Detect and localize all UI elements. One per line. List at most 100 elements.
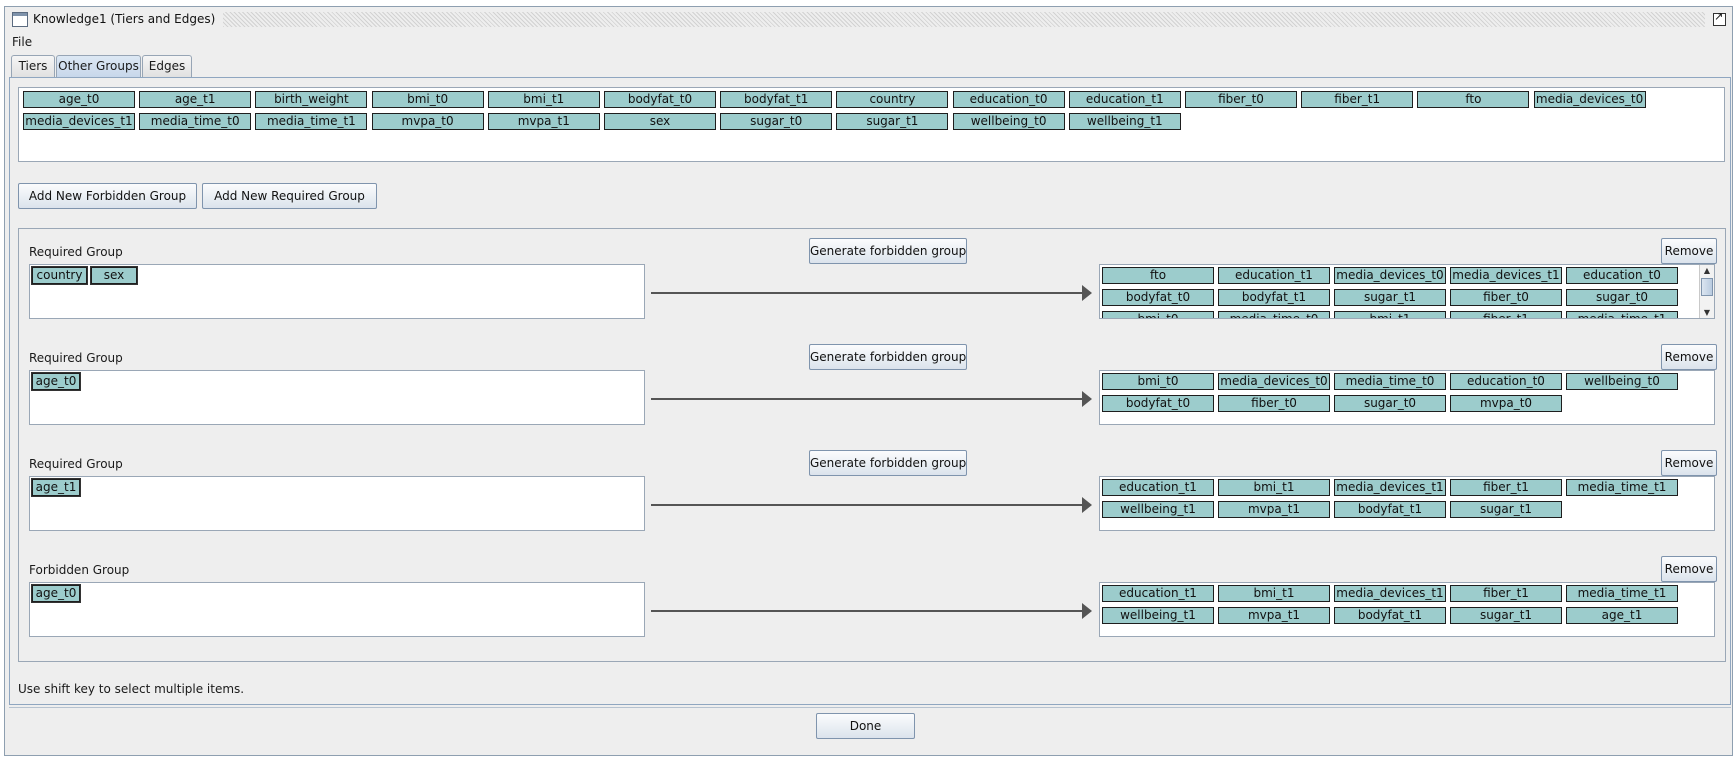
variable-chip[interactable]: mvpa_t0 bbox=[371, 113, 484, 130]
target-scrollbar[interactable]: ▲ ▼ bbox=[1699, 265, 1714, 318]
variable-chip[interactable]: age_t0 bbox=[23, 91, 135, 108]
tab-other-groups[interactable]: Other Groups bbox=[56, 55, 141, 78]
group-target-chip[interactable]: media_time_t1 bbox=[1566, 311, 1678, 318]
group-target-chip[interactable]: bodyfat_t1 bbox=[1218, 289, 1330, 306]
maximize-icon[interactable] bbox=[1713, 10, 1726, 26]
group-target-chip[interactable]: education_t0 bbox=[1450, 373, 1562, 390]
group-target-chip[interactable]: fiber_t1 bbox=[1450, 311, 1562, 318]
generate-forbidden-group-button[interactable]: Generate forbidden group bbox=[809, 344, 967, 370]
variable-chip[interactable]: fto bbox=[1417, 91, 1530, 108]
add-required-group-button[interactable]: Add New Required Group bbox=[202, 183, 377, 209]
variable-chip[interactable]: bmi_t0 bbox=[371, 91, 484, 108]
group-target-chip[interactable]: sugar_t1 bbox=[1450, 607, 1562, 624]
group-target-box[interactable]: education_t1 bmi_t1 media_devices_t1 fiber_… bbox=[1099, 476, 1715, 531]
variable-chip[interactable]: sugar_t0 bbox=[720, 113, 833, 130]
variable-chip[interactable]: wellbeing_t1 bbox=[1068, 113, 1181, 130]
group-target-chip[interactable]: media_devices_t1 bbox=[1334, 585, 1446, 602]
generate-forbidden-group-button[interactable]: Generate forbidden group bbox=[809, 450, 967, 476]
group-target-box[interactable]: fto education_t1 media_devices_t0 media_dev… bbox=[1099, 264, 1715, 319]
variable-chip[interactable]: bodyfat_t1 bbox=[720, 91, 833, 108]
scroll-thumb[interactable] bbox=[1701, 278, 1713, 296]
tab-tiers[interactable]: Tiers bbox=[11, 55, 55, 77]
group-target-chip[interactable]: wellbeing_t1 bbox=[1102, 501, 1214, 518]
menu-file[interactable]: File bbox=[12, 35, 32, 49]
group-target-chip[interactable]: media_devices_t0 bbox=[1334, 267, 1446, 284]
group-target-chip[interactable]: bodyfat_t0 bbox=[1102, 289, 1214, 306]
group-source-chip[interactable]: country bbox=[31, 266, 88, 285]
group-target-chip[interactable]: bmi_t0 bbox=[1102, 373, 1214, 390]
group-source-box[interactable]: country sex bbox=[29, 264, 645, 319]
done-button[interactable]: Done bbox=[816, 713, 915, 739]
group-target-chip[interactable]: media_devices_t0 bbox=[1218, 373, 1330, 390]
group-target-chip[interactable]: education_t1 bbox=[1218, 267, 1330, 284]
group-target-chip[interactable]: bmi_t1 bbox=[1218, 585, 1330, 602]
group-target-chip[interactable]: fiber_t0 bbox=[1218, 395, 1330, 412]
group-target-chip[interactable]: sugar_t1 bbox=[1334, 289, 1446, 306]
variable-chip[interactable]: education_t0 bbox=[952, 91, 1065, 108]
group-target-chip[interactable]: fiber_t0 bbox=[1450, 289, 1562, 306]
group-target-chip[interactable]: education_t1 bbox=[1102, 585, 1214, 602]
variable-chip[interactable]: sugar_t1 bbox=[836, 113, 949, 130]
group-target-chip[interactable]: fto bbox=[1102, 267, 1214, 284]
group-target-chip[interactable]: education_t1 bbox=[1102, 479, 1214, 496]
group-source-chip[interactable]: age_t1 bbox=[31, 478, 81, 497]
group-target-chip[interactable]: bmi_t0 bbox=[1102, 311, 1214, 318]
group-target-chip[interactable]: media_devices_t1 bbox=[1450, 267, 1562, 284]
group-source-box[interactable]: age_t0 bbox=[29, 582, 645, 637]
group-target-chip[interactable]: education_t0 bbox=[1566, 267, 1678, 284]
remove-group-button[interactable]: Remove bbox=[1661, 556, 1717, 582]
group-target-chip[interactable]: media_devices_t1 bbox=[1334, 479, 1446, 496]
group-target-chip[interactable]: sugar_t0 bbox=[1566, 289, 1678, 306]
group-target-chip[interactable]: sugar_t0 bbox=[1334, 395, 1446, 412]
group-target-chip[interactable]: fiber_t1 bbox=[1450, 479, 1562, 496]
group-target-chip[interactable]: bodyfat_t0 bbox=[1102, 395, 1214, 412]
scroll-down-icon[interactable]: ▼ bbox=[1700, 307, 1714, 318]
variable-chip[interactable]: sex bbox=[604, 113, 716, 130]
variable-chip[interactable]: bmi_t1 bbox=[487, 91, 600, 108]
group-target-chip[interactable]: mvpa_t1 bbox=[1218, 501, 1330, 518]
variable-chip[interactable]: wellbeing_t0 bbox=[952, 113, 1065, 130]
variable-chip[interactable]: mvpa_t1 bbox=[487, 113, 600, 130]
group-source-chip[interactable]: sex bbox=[90, 266, 138, 285]
group-target-chip[interactable]: fiber_t1 bbox=[1450, 585, 1562, 602]
group-source-chip[interactable]: age_t0 bbox=[31, 372, 81, 391]
variable-chip[interactable]: media_time_t1 bbox=[255, 113, 368, 130]
group-target-chip[interactable]: sugar_t1 bbox=[1450, 501, 1562, 518]
group-target-box[interactable]: education_t1 bmi_t1 media_devices_t1 fiber_… bbox=[1099, 582, 1715, 637]
variable-chip[interactable]: media_devices_t0 bbox=[1533, 91, 1646, 108]
variable-chip[interactable]: fiber_t1 bbox=[1301, 91, 1414, 108]
remove-group-button[interactable]: Remove bbox=[1661, 450, 1717, 476]
variable-chip[interactable]: birth_weight bbox=[255, 91, 368, 108]
group-target-chip[interactable]: mvpa_t0 bbox=[1450, 395, 1562, 412]
tab-edges[interactable]: Edges bbox=[142, 55, 192, 77]
group-target-chip[interactable]: media_time_t1 bbox=[1566, 479, 1678, 496]
group-target-chip[interactable]: bodyfat_t1 bbox=[1334, 501, 1446, 518]
variable-chip[interactable]: media_devices_t1 bbox=[23, 113, 135, 130]
group-target-chip[interactable]: wellbeing_t1 bbox=[1102, 607, 1214, 624]
group-target-chip[interactable]: bodyfat_t1 bbox=[1334, 607, 1446, 624]
group-source-box[interactable]: age_t0 bbox=[29, 370, 645, 425]
group-target-chip[interactable]: bmi_t1 bbox=[1334, 311, 1446, 318]
add-forbidden-group-button[interactable]: Add New Forbidden Group bbox=[18, 183, 197, 209]
group-target-chip[interactable]: age_t1 bbox=[1566, 607, 1678, 624]
group-source-box[interactable]: age_t1 bbox=[29, 476, 645, 531]
variable-chip[interactable]: media_time_t0 bbox=[139, 113, 252, 130]
variable-pool[interactable]: age_t0 age_t1 birth_weight bmi_t0 bmi_t1 body… bbox=[18, 87, 1725, 162]
group-source-chip[interactable]: age_t0 bbox=[31, 584, 81, 603]
title-bar[interactable]: Knowledge1 (Tiers and Edges) bbox=[5, 7, 1732, 31]
group-target-chip[interactable]: media_time_t0 bbox=[1334, 373, 1446, 390]
variable-chip[interactable]: age_t1 bbox=[139, 91, 252, 108]
group-target-chip[interactable]: media_time_t0 bbox=[1218, 311, 1330, 318]
remove-group-button[interactable]: Remove bbox=[1661, 344, 1717, 370]
group-target-chip[interactable]: media_time_t1 bbox=[1566, 585, 1678, 602]
scroll-up-icon[interactable]: ▲ bbox=[1700, 265, 1714, 276]
group-target-chip[interactable]: wellbeing_t0 bbox=[1566, 373, 1678, 390]
remove-group-button[interactable]: Remove bbox=[1661, 238, 1717, 264]
variable-chip[interactable]: education_t1 bbox=[1068, 91, 1181, 108]
variable-chip[interactable]: bodyfat_t0 bbox=[604, 91, 716, 108]
group-target-chip[interactable]: mvpa_t1 bbox=[1218, 607, 1330, 624]
group-target-box[interactable]: bmi_t0 media_devices_t0 media_time_t0 educa… bbox=[1099, 370, 1715, 425]
variable-chip[interactable]: fiber_t0 bbox=[1185, 91, 1297, 108]
group-target-chip[interactable]: bmi_t1 bbox=[1218, 479, 1330, 496]
generate-forbidden-group-button[interactable]: Generate forbidden group bbox=[809, 238, 967, 264]
